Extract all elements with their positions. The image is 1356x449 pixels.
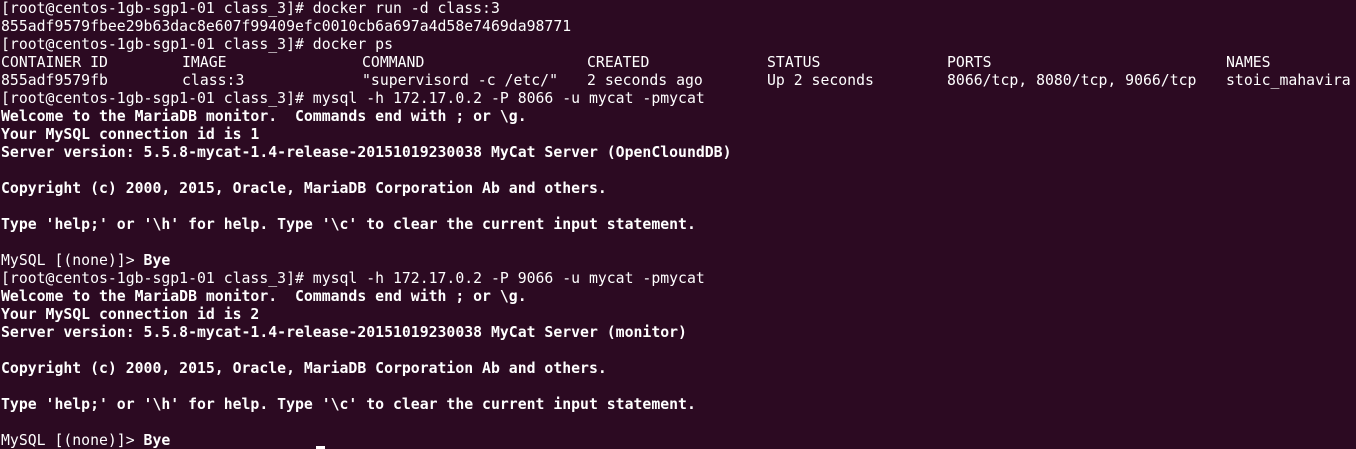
terminal-line: [root@centos-1gb-sgp1-01 class_3]# docke… xyxy=(1,0,500,17)
header-container-id: CONTAINER ID xyxy=(1,54,108,71)
cell-names: stoic_mahavira xyxy=(1226,72,1351,89)
terminal-window[interactable]: [root@centos-1gb-sgp1-01 class_3]# docke… xyxy=(0,0,1356,449)
terminal-line: Welcome to the MariaDB monitor. Commands… xyxy=(1,108,527,125)
mysql-prompt: MySQL [(none)]> xyxy=(1,432,144,449)
terminal-line: Type 'help;' or '\h' for help. Type '\c'… xyxy=(1,396,696,413)
header-names: NAMES xyxy=(1226,54,1271,71)
mysql-prompt: MySQL [(none)]> xyxy=(1,252,144,269)
terminal-line: Welcome to the MariaDB monitor. Commands… xyxy=(1,288,527,305)
terminal-line: 855adf9579fbee29b63dac8e607f99409efc0010… xyxy=(1,18,572,35)
terminal-line: [root@centos-1gb-sgp1-01 class_3]# mysql… xyxy=(1,270,705,287)
terminal-line: Server version: 5.5.8-mycat-1.4-release-… xyxy=(1,324,687,341)
mysql-command: Bye xyxy=(143,252,171,269)
terminal-line: Your MySQL connection id is 1 xyxy=(1,126,260,143)
cell-created: 2 seconds ago xyxy=(587,72,703,89)
header-ports: PORTS xyxy=(947,54,992,71)
mysql-prompt-line: MySQL [(none)]> Bye xyxy=(1,432,1356,449)
cell-command: "supervisord -c /etc/" xyxy=(362,72,558,89)
cell-ports: 8066/tcp, 8080/tcp, 9066/tcp xyxy=(947,72,1197,89)
terminal-line: [root@centos-1gb-sgp1-01 class_3]# mysql… xyxy=(1,90,705,107)
header-image: IMAGE xyxy=(182,54,227,71)
terminal-line: [root@centos-1gb-sgp1-01 class_3]# docke… xyxy=(1,36,393,53)
header-status: STATUS xyxy=(767,54,821,71)
cell-image: class:3 xyxy=(182,72,245,89)
terminal-line: Server version: 5.5.8-mycat-1.4-release-… xyxy=(1,144,732,161)
mysql-command: Bye xyxy=(143,432,171,449)
cell-container-id: 855adf9579fb xyxy=(1,72,108,89)
docker-ps-header-row: CONTAINER ID IMAGE COMMAND CREATED STATU… xyxy=(1,54,1356,72)
mysql-prompt-line: MySQL [(none)]> Bye xyxy=(1,252,1356,270)
header-created: CREATED xyxy=(587,54,650,71)
terminal-line: Type 'help;' or '\h' for help. Type '\c'… xyxy=(1,216,696,233)
terminal-line: Copyright (c) 2000, 2015, Oracle, MariaD… xyxy=(1,180,607,197)
terminal-line: Copyright (c) 2000, 2015, Oracle, MariaD… xyxy=(1,360,607,377)
header-command: COMMAND xyxy=(362,54,425,71)
docker-ps-row: 855adf9579fb class:3 "supervisord -c /et… xyxy=(1,72,1356,90)
cell-status: Up 2 seconds xyxy=(767,72,874,89)
terminal-line: Your MySQL connection id is 2 xyxy=(1,306,260,323)
